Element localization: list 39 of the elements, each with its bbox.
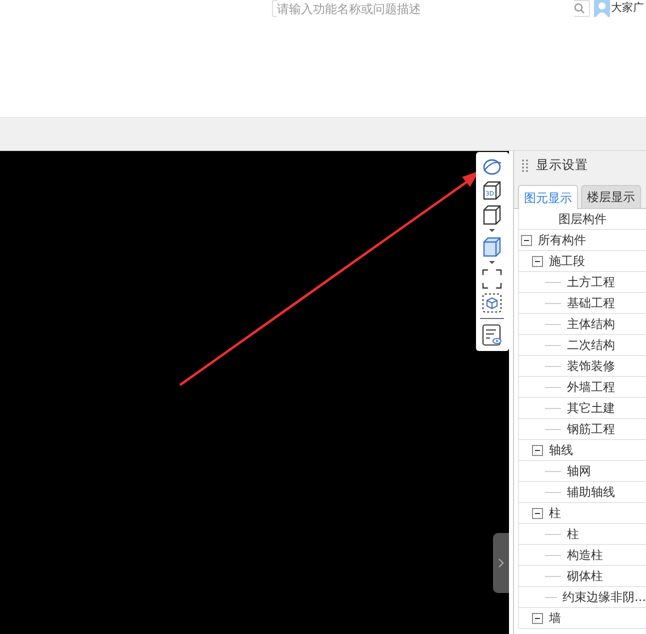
tree-item[interactable]: 外墙工程 (566, 378, 615, 396)
column-header: 图层构件 (518, 209, 646, 230)
collapse-handle[interactable] (492, 533, 509, 593)
tree-item[interactable]: 土方工程 (566, 273, 615, 291)
tree-item[interactable]: 辅助轴线 (566, 483, 615, 501)
tree-item[interactable]: 柱 (566, 525, 579, 543)
chevron-right-icon (498, 558, 504, 568)
tree-item[interactable]: 装饰装修 (566, 357, 615, 375)
tree-item[interactable]: 墙 (548, 609, 561, 627)
tree-item[interactable]: 施工段 (548, 252, 585, 270)
tree-item[interactable]: 轴线 (548, 441, 573, 459)
tree-item[interactable]: 轴网 (566, 462, 591, 480)
frame-select-icon[interactable] (481, 268, 504, 290)
cube-outline-icon[interactable] (481, 204, 504, 234)
tree-item[interactable]: 二次结构 (566, 336, 615, 354)
collapse-icon[interactable] (520, 234, 532, 246)
search-field[interactable]: 请输入功能名称或问题描述 (272, 0, 590, 17)
panel-title: 显示设置 (536, 156, 588, 174)
collapse-icon[interactable] (532, 612, 543, 624)
tree-item[interactable]: 其它土建 (566, 399, 615, 417)
tree-item[interactable]: 柱 (548, 504, 561, 522)
collapse-icon[interactable] (532, 444, 543, 456)
tree-item[interactable]: 基础工程 (566, 294, 615, 312)
list-view-icon[interactable] (481, 323, 504, 347)
collapse-icon[interactable] (532, 508, 543, 518)
tree-item[interactable]: 砌体柱 (566, 567, 603, 585)
panel-tab[interactable]: 图元显示 (518, 185, 578, 209)
drag-grip-icon[interactable] (522, 159, 528, 172)
search-icon (574, 3, 585, 14)
cube-solid-icon[interactable] (481, 236, 504, 266)
collapse-icon[interactable] (532, 256, 543, 266)
tree-item[interactable]: 所有构件 (538, 231, 586, 249)
tree-item[interactable]: 构造柱 (566, 546, 603, 564)
tree-item[interactable]: 钢筋工程 (566, 420, 615, 438)
tree-item[interactable]: 主体结构 (566, 315, 615, 333)
box-select-icon[interactable] (481, 292, 504, 314)
tree-item[interactable]: 约束边缘非阴... (562, 588, 646, 606)
user-name[interactable]: 大家广 (611, 0, 644, 17)
panel-tab[interactable]: 楼层显示 (580, 185, 641, 208)
